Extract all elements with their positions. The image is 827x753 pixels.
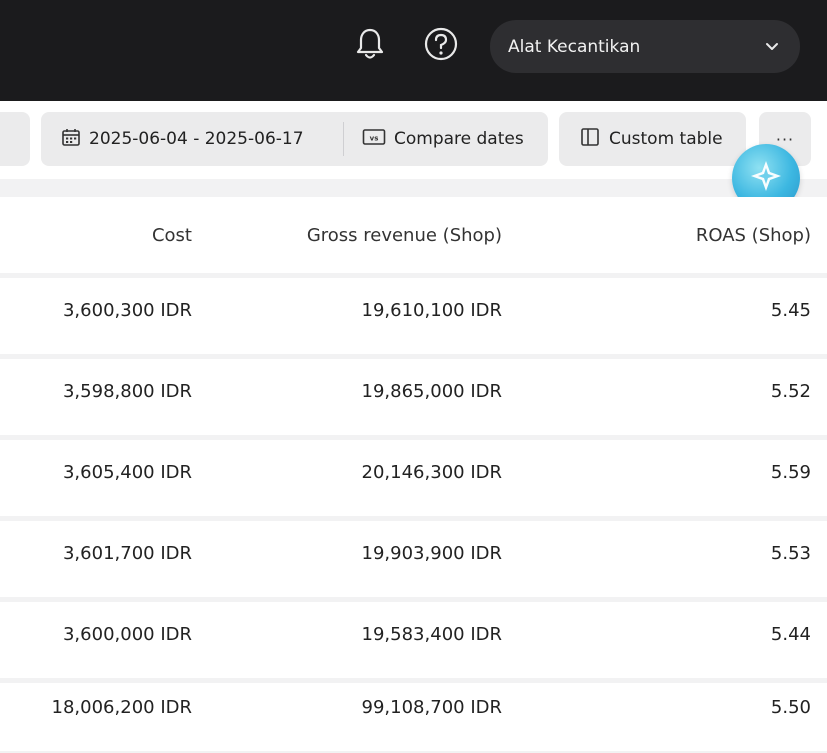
shop-selector-dropdown[interactable]: Alat Kecantikan [490, 20, 800, 73]
svg-text:vs: vs [370, 134, 379, 142]
cost-cell: 3,598,800 IDR [62, 381, 192, 402]
shop-selector-value: Alat Kecantikan [508, 36, 641, 57]
notifications-button[interactable] [350, 26, 390, 66]
column-header-cost[interactable]: Cost [152, 197, 192, 273]
calendar-icon [61, 127, 89, 152]
gross-revenue-cell: 19,865,000 IDR [361, 381, 502, 402]
table-row: 3,605,400 IDR 20,146,300 IDR 5.59 [0, 440, 827, 516]
total-roas-cell: 5.50 [770, 697, 811, 718]
total-gross-revenue-cell: 99,108,700 IDR [361, 697, 502, 718]
custom-table-button[interactable]: Custom table [559, 112, 746, 166]
roas-cell: 5.53 [770, 543, 811, 564]
performance-table: Cost Gross revenue (Shop) ROAS (Shop) 3,… [0, 197, 827, 751]
date-range-picker[interactable]: 2025-06-04 - 2025-06-17 [41, 112, 343, 166]
gross-revenue-cell: 20,146,300 IDR [361, 462, 502, 483]
table-header: Cost Gross revenue (Shop) ROAS (Shop) [0, 197, 827, 273]
sparkle-icon [748, 158, 784, 198]
column-header-gross-revenue[interactable]: Gross revenue (Shop) [307, 197, 502, 273]
table-total-row: 18,006,200 IDR 99,108,700 IDR 5.50 [0, 683, 827, 751]
bell-icon [355, 27, 385, 65]
chevron-down-icon [762, 37, 782, 57]
help-icon [423, 26, 459, 66]
gross-revenue-cell: 19,610,100 IDR [361, 300, 502, 321]
cost-cell: 3,601,700 IDR [62, 543, 192, 564]
compare-dates-button[interactable]: vs Compare dates [344, 112, 548, 166]
gross-revenue-cell: 19,903,900 IDR [361, 543, 502, 564]
gross-revenue-cell: 19,583,400 IDR [361, 624, 502, 645]
top-navigation-bar: Alat Kecantikan [0, 0, 827, 101]
date-controls: 2025-06-04 - 2025-06-17 vs Compare dates [41, 112, 548, 166]
roas-cell: 5.45 [770, 300, 811, 321]
table-row: 3,600,000 IDR 19,583,400 IDR 5.44 [0, 602, 827, 678]
columns-icon [580, 127, 609, 152]
table-row: 3,600,300 IDR 19,610,100 IDR 5.45 [0, 278, 827, 354]
cost-cell: 3,600,000 IDR [62, 624, 192, 645]
cost-cell: 3,600,300 IDR [62, 300, 192, 321]
toolbar-left-button[interactable] [0, 112, 30, 166]
compare-icon: vs [362, 128, 394, 151]
date-range-label: 2025-06-04 - 2025-06-17 [89, 129, 304, 149]
table-row: 3,598,800 IDR 19,865,000 IDR 5.52 [0, 359, 827, 435]
roas-cell: 5.59 [770, 462, 811, 483]
cost-cell: 3,605,400 IDR [62, 462, 192, 483]
column-header-roas[interactable]: ROAS (Shop) [696, 197, 811, 273]
roas-cell: 5.44 [770, 624, 811, 645]
roas-cell: 5.52 [770, 381, 811, 402]
table-row: 3,601,700 IDR 19,903,900 IDR 5.53 [0, 521, 827, 597]
compare-dates-label: Compare dates [394, 129, 524, 149]
custom-table-label: Custom table [609, 129, 723, 149]
total-cost-cell: 18,006,200 IDR [51, 697, 192, 718]
help-button[interactable] [421, 26, 461, 66]
